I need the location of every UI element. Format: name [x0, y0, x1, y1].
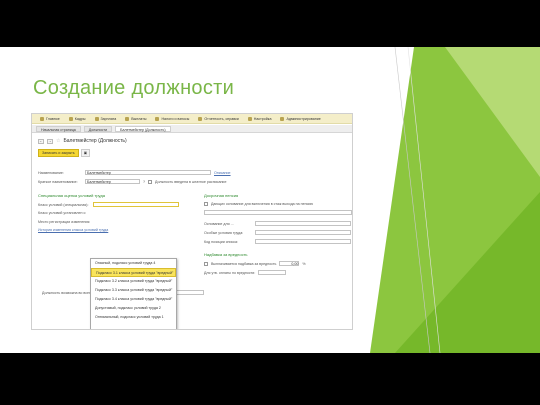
- short-name-field[interactable]: Балетмейстер: [85, 179, 140, 184]
- pension-checkbox[interactable]: [204, 202, 208, 206]
- top-menu: Главное Кадры Зарплата Выплаты Налоги и …: [32, 114, 352, 124]
- save-and-close-button[interactable]: Записать и закрыть: [38, 149, 79, 157]
- forward-button[interactable]: →: [47, 138, 53, 144]
- special-conditions-field[interactable]: [255, 230, 351, 235]
- description-link[interactable]: Описание: [214, 171, 231, 175]
- harm-label: Выплачивается надбавка за вредность: [211, 261, 277, 266]
- menu-item-payments[interactable]: Выплаты: [125, 116, 146, 121]
- harm-checkbox[interactable]: [204, 261, 208, 266]
- pension-row: Дающих основание для включения в стаж вы…: [204, 202, 313, 206]
- menu-item-taxes[interactable]: Налоги и взносы: [155, 116, 189, 121]
- gear-icon: [247, 116, 252, 121]
- slide: Создание должности Главное Кадры Зарплат…: [0, 47, 540, 353]
- menu-item-admin[interactable]: Администрирование: [280, 116, 321, 121]
- dropdown-option[interactable]: Подкласс 3.2 класса условий труда "вредн…: [91, 277, 176, 286]
- history-row: История изменения класса условий труда: [38, 228, 108, 232]
- staff-schedule-label: Должность введена в штатное расписание: [155, 179, 227, 184]
- form-header: ← → ☆ Балетмейстер (Должность): [38, 138, 127, 144]
- dropdown-option[interactable]: Оптимальный, подкласс условий труда 1: [91, 313, 176, 322]
- place-label: Место регистрации изменения:: [38, 220, 91, 224]
- dropdown-option[interactable]: Допустимый, подкласс условий труда 2: [91, 304, 176, 313]
- back-button[interactable]: ←: [38, 138, 44, 144]
- work-field[interactable]: [204, 210, 352, 215]
- pension-label: Дающих основание для включения в стаж вы…: [211, 202, 314, 206]
- name-row: Наименование: Балетмейстер Описание: [38, 170, 231, 175]
- tab-positions[interactable]: Должности: [83, 125, 113, 132]
- money-icon: [94, 116, 99, 121]
- conditions-row: Основание для ...: [204, 221, 351, 226]
- tab-current-position[interactable]: Балетмейстер (Должность): [115, 125, 171, 132]
- report-icon: [198, 116, 203, 121]
- history-link[interactable]: История изменения класса условий труда: [38, 228, 108, 232]
- class-dropdown: Опасный, подкласс условий труда 4 Подкла…: [90, 258, 177, 329]
- dropdown-option[interactable]: Опасный, подкласс условий труда 4: [91, 259, 176, 268]
- cash-icon: [125, 116, 130, 121]
- tab-bar: Начальная страница Должности Балетмейсте…: [32, 125, 352, 133]
- name-field[interactable]: Балетмейстер: [85, 170, 211, 175]
- menu-item-salary[interactable]: Зарплата: [94, 116, 116, 121]
- menu-item-hr[interactable]: Кадры: [68, 116, 86, 121]
- position-code-label: Код позиции списка:: [204, 239, 238, 244]
- special-conditions-row: Особые условия труда:: [204, 230, 351, 235]
- menu-item-settings[interactable]: Настройка: [247, 116, 271, 121]
- work-row: [204, 210, 352, 215]
- short-name-row: Краткое наименование: Балетмейстер ? Дол…: [38, 179, 226, 184]
- conditions-field[interactable]: [255, 221, 351, 226]
- class-select[interactable]: [93, 202, 179, 207]
- position-code-row: Код позиции списка:: [204, 239, 351, 244]
- position-code-field[interactable]: [255, 239, 351, 244]
- admin-icon: [280, 116, 285, 121]
- harm-value-field[interactable]: 0,00: [279, 261, 300, 266]
- tax-icon: [155, 116, 160, 121]
- people-icon: [68, 116, 73, 121]
- menu-item-reports[interactable]: Отчетность, справки: [198, 116, 239, 121]
- class-label: Класс условий (специальная):: [38, 202, 89, 207]
- place-row: Место регистрации изменения:: [38, 220, 90, 224]
- class-set-label: Класс условий установлен с:: [38, 211, 87, 215]
- save-button[interactable]: ▣: [80, 149, 91, 157]
- short-name-label: Краткое наименование:: [38, 179, 78, 184]
- harm-basis-label: Для утв. оплаты по вредности:: [204, 270, 256, 275]
- harm-percent: %: [302, 261, 306, 266]
- labor-section-title: Специальная оценка условий труда: [38, 193, 105, 198]
- conditions-label: Основание для ...: [204, 221, 234, 226]
- home-icon: [40, 116, 44, 121]
- dropdown-option[interactable]: Подкласс 3.3 класса условий труда "вредн…: [91, 286, 176, 295]
- harm-section-title: Надбавка за вредность: [204, 252, 248, 257]
- harm-row: Выплачивается надбавка за вредность 0,00…: [204, 261, 306, 266]
- star-icon[interactable]: ☆: [56, 138, 60, 144]
- staff-schedule-checkbox[interactable]: [148, 179, 152, 184]
- name-label: Наименование:: [38, 170, 64, 175]
- form-title: Балетмейстер (Должность): [63, 138, 127, 144]
- special-conditions-label: Особые условия труда:: [204, 230, 244, 235]
- app-window: Главное Кадры Зарплата Выплаты Налоги и …: [31, 113, 353, 330]
- dropdown-option-selected[interactable]: Подкласс 3.1 класса условий труда "вредн…: [91, 268, 176, 277]
- class-row: Класс условий (специальная):: [38, 202, 179, 207]
- tab-home[interactable]: Начальная страница: [36, 125, 81, 132]
- harm-basis-row: Для утв. оплаты по вредности:: [204, 270, 287, 275]
- harm-basis-field[interactable]: [258, 270, 287, 275]
- slide-title: Создание должности: [33, 77, 235, 99]
- help-icon[interactable]: ?: [143, 180, 145, 184]
- class-set-row: Класс условий установлен с:: [38, 211, 90, 215]
- bottom-field[interactable]: [175, 290, 204, 295]
- pension-section-title: Досрочная пенсия: [204, 193, 239, 198]
- form-toolbar: Записать и закрыть ▣: [38, 149, 91, 157]
- dropdown-option[interactable]: Подкласс 3.4 класса условий труда "вредн…: [91, 295, 176, 304]
- menu-item-main[interactable]: Главное: [40, 116, 60, 121]
